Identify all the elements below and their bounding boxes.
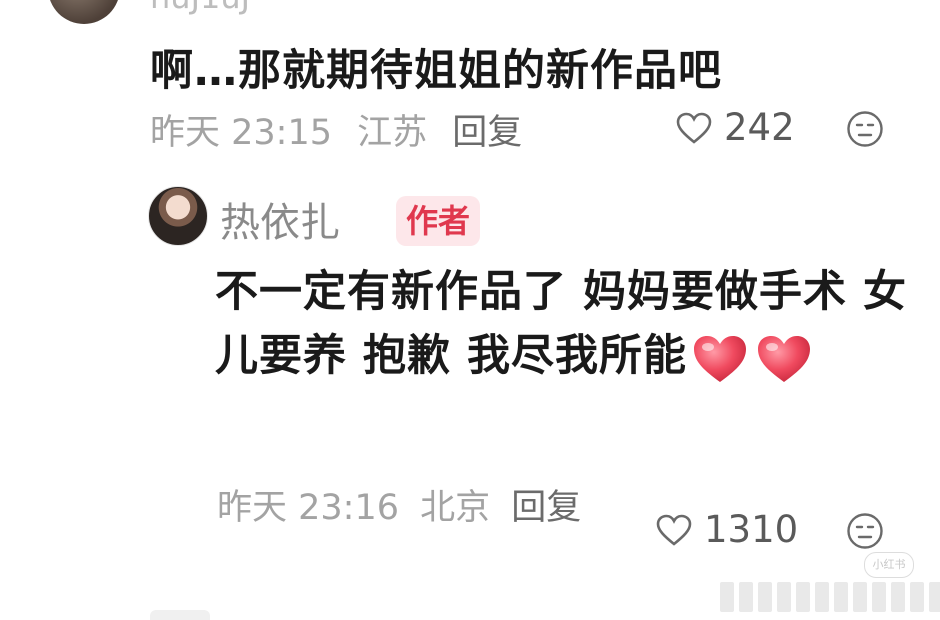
reply-like-button[interactable]: 1310: [656, 508, 798, 551]
top-comment-like-button[interactable]: 242: [676, 106, 795, 149]
top-comment-reply-button[interactable]: 回复: [452, 113, 522, 153]
watermark-bars: [720, 582, 940, 612]
reply-location: 北京: [420, 488, 491, 528]
top-comment-like-count: 242: [724, 106, 795, 149]
top-comment-username[interactable]: nuJ1uJ: [150, 0, 250, 16]
top-comment-location: 江苏: [357, 113, 428, 153]
heart-outline-icon: [676, 112, 712, 144]
watermark-badge: 小红书: [864, 552, 914, 578]
reply-text: 不一定有新作品了 妈妈要做手术 女儿要养 抱歉 我尽我所能: [215, 260, 915, 388]
hearts-group: [691, 333, 813, 385]
top-comment-meta: 昨天 23:15 江苏 回复: [150, 104, 536, 155]
next-comment-sliver: [150, 610, 210, 620]
top-comment-text: 啊…那就期待姐姐的新作品吧: [150, 46, 722, 96]
red-heart-icon: [693, 335, 746, 382]
top-comment-avatar[interactable]: [48, 0, 120, 24]
reply-username[interactable]: 热依扎: [220, 190, 340, 248]
author-badge: 作者: [396, 196, 481, 246]
emoji-face-icon[interactable]: [846, 512, 884, 550]
reply-like-count: 1310: [704, 508, 799, 551]
emoji-face-icon[interactable]: [846, 110, 884, 148]
top-comment-time: 昨天 23:15: [150, 113, 332, 153]
reply-meta: 昨天 23:16 北京 回复: [217, 480, 597, 536]
red-heart-icon: [757, 335, 810, 382]
reply-avatar[interactable]: [148, 186, 208, 246]
heart-outline-icon: [656, 514, 692, 546]
reply-reply-button[interactable]: 回复: [511, 488, 581, 528]
reply-time: 昨天 23:16: [217, 488, 399, 528]
